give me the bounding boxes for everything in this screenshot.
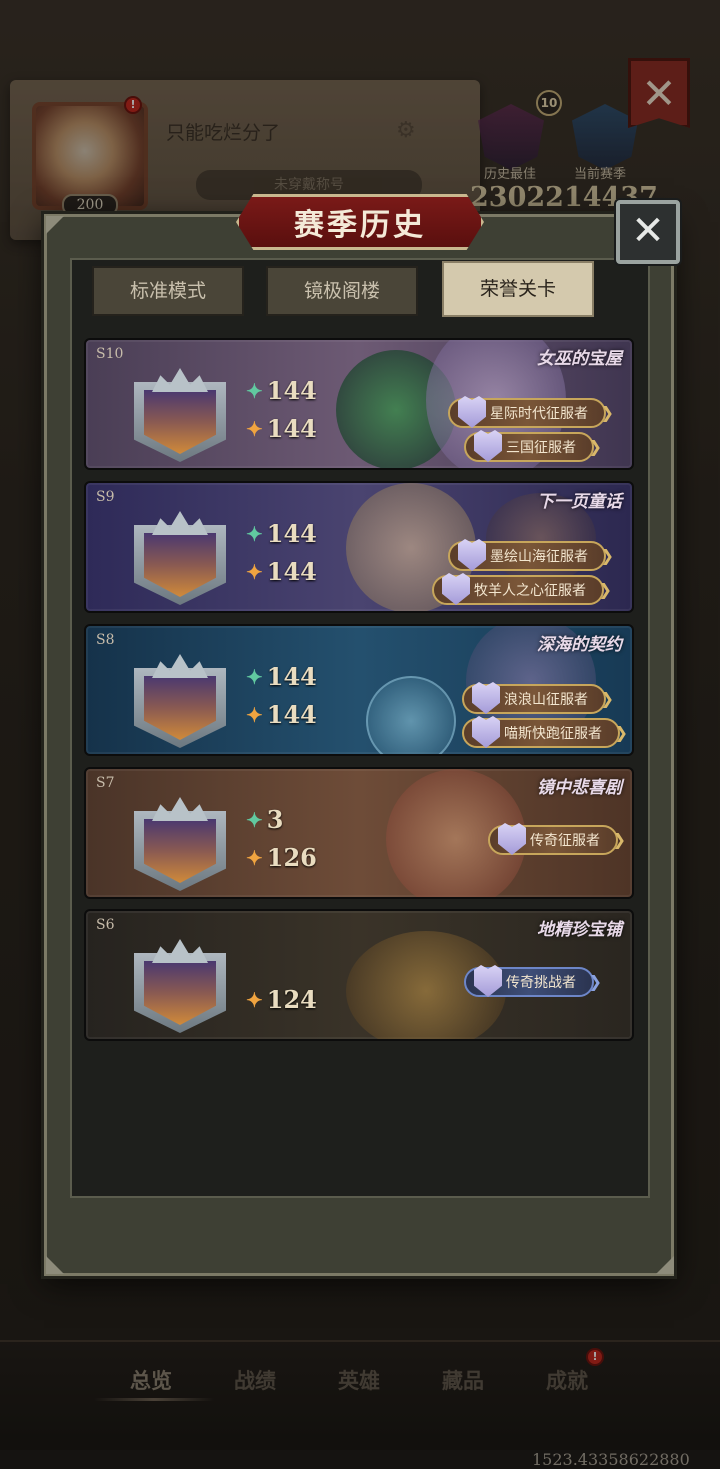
- close-icon[interactable]: ✕: [616, 200, 680, 264]
- tab-standard-mode[interactable]: 标准模式: [92, 266, 244, 316]
- green-score: ✦ 144: [246, 519, 317, 548]
- crystal-shield-icon: [498, 823, 526, 855]
- chevron-right-icon: ❯: [612, 830, 626, 849]
- crystal-shield-icon: [472, 716, 500, 748]
- achievement-badge[interactable]: 牧羊人之心征服者 ❯: [432, 573, 612, 605]
- green-score: ✦ 3: [246, 805, 284, 834]
- tab-honor-stage[interactable]: 荣誉关卡: [442, 261, 594, 317]
- season-card-s8[interactable]: S8 深海的契约 ✦ 144 ✦ 144 浪浪山征服者 ❯ 喵斯快跑征服者 ❯: [84, 624, 634, 756]
- season-art-title: 下一页童话: [537, 492, 622, 512]
- sparkle-gold-icon: ✦: [246, 416, 263, 441]
- achievement-badge[interactable]: 传奇挑战者 ❯: [464, 965, 602, 997]
- season-art-title: 镜中悲喜剧: [537, 778, 622, 798]
- crystal-shield-icon: [474, 430, 502, 462]
- sparkle-green-icon: ✦: [246, 664, 263, 689]
- season-label: S8: [96, 632, 115, 648]
- sparkle-green-icon: ✦: [246, 378, 263, 403]
- chevron-right-icon: ❯: [588, 437, 602, 456]
- tab-mirror-attic[interactable]: 镜极阁楼: [266, 266, 418, 316]
- season-rank-shield-icon: [134, 939, 226, 1033]
- season-art-title: 深海的契约: [537, 635, 622, 655]
- season-rank-shield-icon: [134, 797, 226, 891]
- modal-title-banner: 赛季历史: [236, 194, 484, 250]
- crystal-shield-icon: [474, 965, 502, 997]
- gold-score: ✦ 144: [246, 414, 317, 443]
- achievement-badge[interactable]: 星际时代征服者 ❯: [448, 396, 614, 428]
- season-label: S6: [96, 917, 115, 933]
- sparkle-gold-icon: ✦: [246, 987, 263, 1012]
- chevron-right-icon: ❯: [614, 723, 628, 742]
- chevron-right-icon: ❯: [598, 580, 612, 599]
- season-label: S7: [96, 775, 115, 791]
- season-rank-shield-icon: [134, 368, 226, 462]
- achievement-badge[interactable]: 浪浪山征服者 ❯: [462, 682, 614, 714]
- season-card-s10[interactable]: S10 女巫的宝屋 ✦ 144 ✦ 144 星际时代征服者 ❯ 三国征服者 ❯: [84, 338, 634, 470]
- chevron-right-icon: ❯: [600, 403, 614, 422]
- gold-score: ✦ 124: [246, 985, 317, 1014]
- chevron-right-icon: ❯: [600, 546, 614, 565]
- season-art-title: 女巫的宝屋: [537, 349, 622, 369]
- gold-score: ✦ 126: [246, 843, 317, 872]
- sparkle-gold-icon: ✦: [246, 702, 263, 727]
- chevron-right-icon: ❯: [588, 972, 602, 991]
- crystal-shield-icon: [442, 573, 470, 605]
- sparkle-gold-icon: ✦: [246, 845, 263, 870]
- season-card-s9[interactable]: S9 下一页童话 ✦ 144 ✦ 144 墨绘山海征服者 ❯ 牧羊人之心征服者 ❯: [84, 481, 634, 613]
- achievement-badge[interactable]: 墨绘山海征服者 ❯: [448, 539, 614, 571]
- achievement-badge[interactable]: 传奇征服者 ❯: [488, 823, 626, 855]
- achievement-badge[interactable]: 喵斯快跑征服者 ❯: [462, 716, 628, 748]
- sparkle-green-icon: ✦: [246, 807, 263, 832]
- season-card-s7[interactable]: S7 镜中悲喜剧 ✦ 3 ✦ 126 传奇征服者 ❯: [84, 767, 634, 899]
- green-score: ✦ 144: [246, 662, 317, 691]
- crystal-shield-icon: [472, 682, 500, 714]
- green-score: ✦ 144: [246, 376, 317, 405]
- season-art-title: 地精珍宝铺: [537, 920, 622, 940]
- season-rank-shield-icon: [134, 654, 226, 748]
- season-label: S9: [96, 489, 115, 505]
- season-art-bubble: [366, 676, 456, 754]
- achievement-badge[interactable]: 三国征服者 ❯: [464, 430, 602, 462]
- modal-title: 赛季历史: [294, 208, 426, 243]
- season-rank-shield-icon: [134, 511, 226, 605]
- sparkle-gold-icon: ✦: [246, 559, 263, 584]
- crystal-shield-icon: [458, 539, 486, 571]
- gold-score: ✦ 144: [246, 557, 317, 586]
- season-label: S10: [96, 346, 124, 362]
- sparkle-green-icon: ✦: [246, 521, 263, 546]
- season-card-s6[interactable]: S6 地精珍宝铺 ✦ 124 传奇挑战者 ❯: [84, 909, 634, 1041]
- crystal-shield-icon: [458, 396, 486, 428]
- gold-score: ✦ 144: [246, 700, 317, 729]
- chevron-right-icon: ❯: [600, 689, 614, 708]
